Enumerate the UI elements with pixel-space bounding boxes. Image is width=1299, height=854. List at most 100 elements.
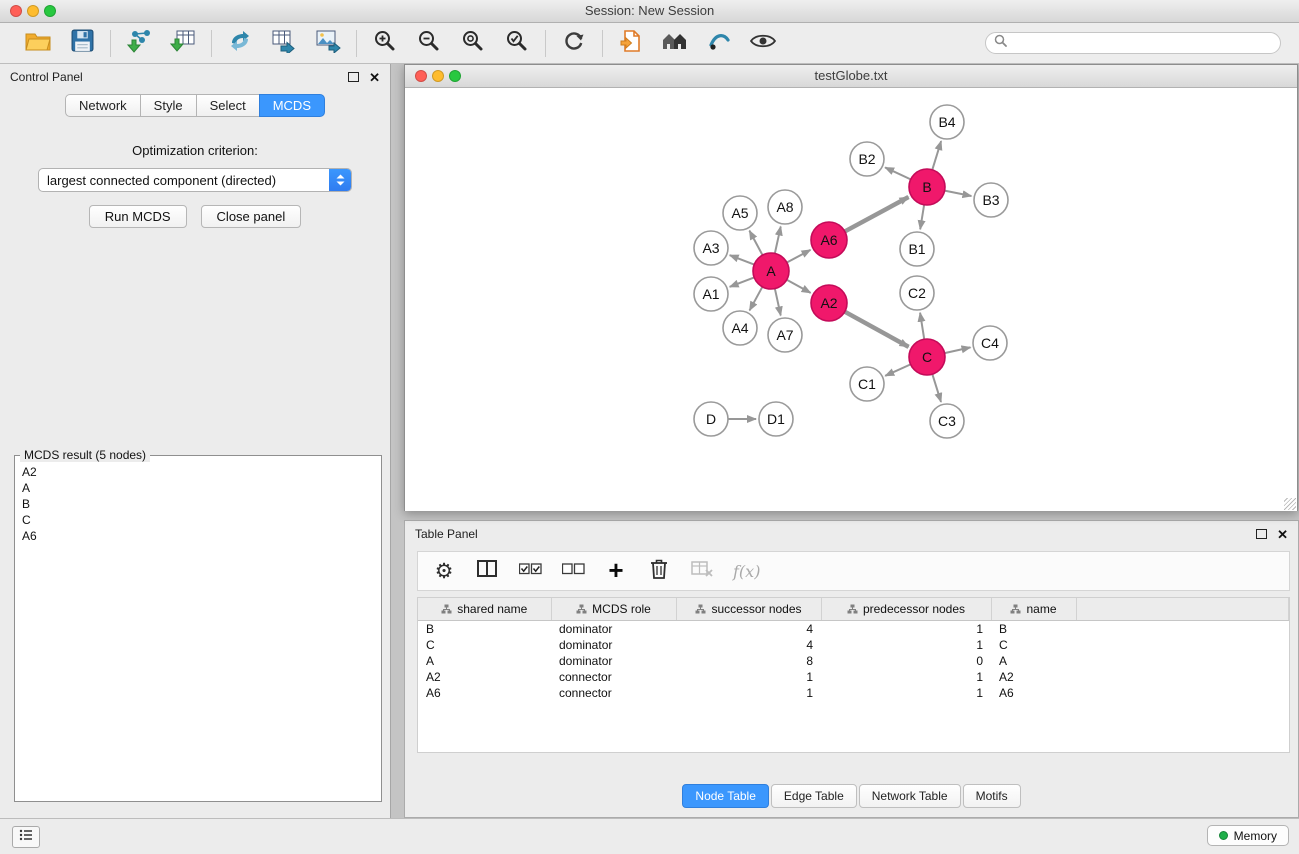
graph-node-B4[interactable]: B4: [930, 105, 964, 139]
memory-button[interactable]: Memory: [1207, 825, 1289, 846]
graph-node-C[interactable]: C: [909, 339, 945, 375]
graph-node-C4[interactable]: C4: [973, 326, 1007, 360]
table-row[interactable]: B dominator 4 1 B: [418, 621, 1289, 638]
delete-columns-button[interactable]: [647, 558, 671, 584]
tab-edge-table[interactable]: Edge Table: [771, 784, 857, 808]
graphics-details-button[interactable]: [748, 28, 778, 58]
column-header-mcds-role[interactable]: MCDS role: [551, 598, 676, 621]
graph-node-A1[interactable]: A1: [694, 277, 728, 311]
cell[interactable]: C: [418, 637, 551, 653]
cell[interactable]: 1: [821, 685, 991, 701]
column-header-name[interactable]: name: [991, 598, 1076, 621]
cell[interactable]: C: [991, 637, 1076, 653]
graph-node-C2[interactable]: C2: [900, 276, 934, 310]
graph-edge-B-B4[interactable]: [932, 141, 941, 170]
cell[interactable]: 1: [676, 685, 821, 701]
graph-edge-A-A2[interactable]: [787, 280, 811, 293]
graph-edge-C-C1[interactable]: [885, 364, 910, 375]
cell[interactable]: A: [418, 653, 551, 669]
graph-node-D1[interactable]: D1: [759, 402, 793, 436]
export-network-button[interactable]: [225, 28, 255, 58]
graph-node-B3[interactable]: B3: [974, 183, 1008, 217]
tab-select[interactable]: Select: [196, 94, 260, 117]
window-resize-grip[interactable]: [1284, 498, 1296, 510]
cell[interactable]: B: [418, 621, 551, 638]
graph-node-C1[interactable]: C1: [850, 367, 884, 401]
graph-edge-A2-C[interactable]: [845, 312, 909, 347]
cell[interactable]: A6: [991, 685, 1076, 701]
cell[interactable]: dominator: [551, 637, 676, 653]
apply-layout-button[interactable]: [559, 28, 589, 58]
column-header-predecessor-nodes[interactable]: predecessor nodes: [821, 598, 991, 621]
float-panel-button[interactable]: [348, 72, 359, 82]
graph-node-A[interactable]: A: [753, 253, 789, 289]
table-row[interactable]: C dominator 4 1 C: [418, 637, 1289, 653]
tab-mcds[interactable]: MCDS: [259, 94, 325, 117]
graph-edge-C-C4[interactable]: [945, 347, 971, 353]
tab-network-table[interactable]: Network Table: [859, 784, 961, 808]
cell[interactable]: 4: [676, 637, 821, 653]
graph-node-A7[interactable]: A7: [768, 318, 802, 352]
graph-edge-C-C3[interactable]: [932, 374, 941, 402]
zoom-in-button[interactable]: [370, 28, 400, 58]
tab-network[interactable]: Network: [65, 94, 141, 117]
network-graph[interactable]: AA6A2BCA5A8A3A1A4A7B2B4B3B1C2C4C1C3DD1: [405, 88, 1297, 511]
graph-edge-A-A1[interactable]: [730, 277, 755, 286]
graph-node-C3[interactable]: C3: [930, 404, 964, 438]
graph-edge-A6-B[interactable]: [845, 197, 909, 231]
function-builder-button[interactable]: f(x): [733, 558, 760, 584]
export-image-button[interactable]: [313, 28, 343, 58]
homes-button[interactable]: [660, 28, 690, 58]
search-input[interactable]: [1012, 35, 1272, 51]
graph-edge-A-A5[interactable]: [749, 231, 762, 255]
document-button[interactable]: [616, 28, 646, 58]
cell[interactable]: A: [991, 653, 1076, 669]
graph-edge-A-A6[interactable]: [787, 250, 811, 263]
run-mcds-button[interactable]: Run MCDS: [89, 205, 187, 228]
close-panel-icon-button[interactable]: ✕: [369, 71, 380, 84]
zoom-selected-button[interactable]: [502, 28, 532, 58]
tab-motifs[interactable]: Motifs: [963, 784, 1021, 808]
close-table-panel-button[interactable]: ✕: [1277, 528, 1288, 541]
network-canvas[interactable]: AA6A2BCA5A8A3A1A4A7B2B4B3B1C2C4C1C3DD1: [405, 88, 1297, 511]
column-header-successor-nodes[interactable]: successor nodes: [676, 598, 821, 621]
table-settings-button[interactable]: ⚙: [432, 558, 456, 584]
export-table-button[interactable]: [269, 28, 299, 58]
cell[interactable]: 1: [676, 669, 821, 685]
cell[interactable]: A6: [418, 685, 551, 701]
graph-node-A5[interactable]: A5: [723, 196, 757, 230]
tab-style[interactable]: Style: [140, 94, 197, 117]
cell[interactable]: connector: [551, 669, 676, 685]
table-row[interactable]: A2 connector 1 1 A2: [418, 669, 1289, 685]
table-row[interactable]: A dominator 8 0 A: [418, 653, 1289, 669]
unselect-all-button[interactable]: [561, 558, 585, 584]
delete-table-button[interactable]: [690, 558, 714, 584]
float-table-panel-button[interactable]: [1256, 529, 1267, 539]
cell[interactable]: 0: [821, 653, 991, 669]
cell[interactable]: dominator: [551, 653, 676, 669]
graph-node-A4[interactable]: A4: [723, 311, 757, 345]
open-session-button[interactable]: [23, 28, 53, 58]
graph-node-D[interactable]: D: [694, 402, 728, 436]
graph-edge-B-B2[interactable]: [885, 167, 911, 179]
graph-node-A2[interactable]: A2: [811, 285, 847, 321]
select-all-button[interactable]: [518, 558, 542, 584]
cell[interactable]: A2: [418, 669, 551, 685]
import-table-button[interactable]: [168, 28, 198, 58]
save-session-button[interactable]: [67, 28, 97, 58]
import-network-button[interactable]: [124, 28, 154, 58]
create-column-button[interactable]: +: [604, 558, 628, 584]
cell[interactable]: B: [991, 621, 1076, 638]
show-columns-button[interactable]: [475, 558, 499, 584]
cell[interactable]: 1: [821, 621, 991, 638]
zoom-fit-button[interactable]: [458, 28, 488, 58]
cell[interactable]: 1: [821, 637, 991, 653]
cell[interactable]: connector: [551, 685, 676, 701]
graph-edge-B-B1[interactable]: [920, 205, 924, 229]
graph-edge-A-A8[interactable]: [775, 227, 781, 254]
column-header-shared-name[interactable]: shared name: [418, 598, 551, 621]
birdseye-view-button[interactable]: [704, 28, 734, 58]
close-panel-button[interactable]: Close panel: [201, 205, 302, 228]
graph-node-B[interactable]: B: [909, 169, 945, 205]
network-window-titlebar[interactable]: testGlobe.txt: [405, 65, 1297, 88]
